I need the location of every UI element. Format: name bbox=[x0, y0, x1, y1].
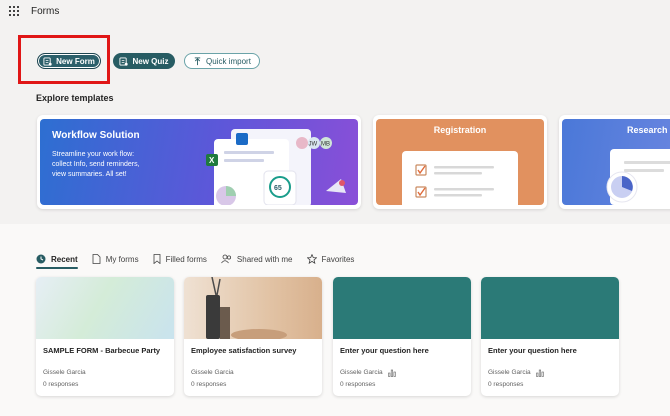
form-title: Enter your question here bbox=[340, 346, 429, 355]
workflow-title: Workflow Solution bbox=[52, 130, 140, 141]
document-icon bbox=[92, 254, 101, 264]
app-launcher-icon[interactable] bbox=[9, 6, 19, 16]
form-card[interactable]: Employee satisfaction survey Gissele Gar… bbox=[184, 277, 322, 396]
form-title: SAMPLE FORM - Barbecue Party bbox=[43, 346, 161, 355]
form-thumbnail bbox=[333, 277, 471, 339]
form-title: Employee satisfaction survey bbox=[191, 346, 297, 355]
upload-icon bbox=[194, 56, 201, 65]
form-owner: Gissele Garcia bbox=[340, 369, 383, 376]
registration-illustration bbox=[402, 151, 518, 205]
people-icon bbox=[221, 254, 231, 264]
tab-filled-forms[interactable]: Filled forms bbox=[153, 252, 207, 266]
svg-text:X: X bbox=[209, 156, 215, 165]
template-research-card[interactable]: Research bbox=[559, 115, 670, 209]
tab-shared-with-me[interactable]: Shared with me bbox=[221, 252, 293, 266]
form-owner: Gissele Garcia bbox=[488, 369, 531, 376]
svg-text:MB: MB bbox=[321, 142, 330, 148]
form-title: Enter your question here bbox=[488, 346, 577, 355]
workflow-banner: Workflow Solution Streamline your work f… bbox=[40, 119, 358, 205]
outlook-icon bbox=[236, 133, 248, 145]
form-card[interactable]: Enter your question here Gissele Garcia … bbox=[481, 277, 619, 396]
form-owner: Gissele Garcia bbox=[191, 369, 234, 376]
star-icon bbox=[306, 254, 317, 264]
research-illustration bbox=[606, 149, 670, 205]
app-header: Forms bbox=[0, 0, 670, 24]
clock-icon bbox=[36, 254, 46, 264]
form-thumbnail bbox=[481, 277, 619, 339]
new-form-label: New Form bbox=[56, 56, 95, 66]
tab-my-forms[interactable]: My forms bbox=[92, 252, 139, 266]
app-title[interactable]: Forms bbox=[31, 6, 59, 17]
workflow-illustration: X 65 JW MB bbox=[206, 129, 346, 205]
template-registration-card[interactable]: Registration bbox=[373, 115, 547, 209]
new-quiz-button[interactable]: New Quiz bbox=[113, 53, 175, 69]
quiz-icon bbox=[119, 56, 129, 66]
workflow-description: Streamline your work flow: collect Info,… bbox=[52, 151, 140, 178]
registration-banner: Registration bbox=[376, 119, 544, 205]
quick-import-label: Quick import bbox=[206, 56, 251, 66]
new-form-button[interactable]: New Form bbox=[37, 53, 101, 69]
form-owner: Gissele Garcia bbox=[43, 369, 86, 376]
tab-my-forms-label: My forms bbox=[105, 254, 139, 264]
form-thumbnail bbox=[36, 277, 174, 339]
tab-filled-forms-label: Filled forms bbox=[165, 254, 207, 264]
template-workflow-card[interactable]: Workflow Solution Streamline your work f… bbox=[37, 115, 361, 209]
tab-favorites[interactable]: Favorites bbox=[306, 252, 355, 266]
form-responses: 0 responses bbox=[43, 381, 79, 388]
tab-recent[interactable]: Recent bbox=[36, 252, 78, 269]
form-card[interactable]: Enter your question here Gissele Garcia … bbox=[333, 277, 471, 396]
chart-icon bbox=[536, 369, 544, 377]
tab-recent-label: Recent bbox=[51, 254, 78, 264]
svg-text:JW: JW bbox=[309, 142, 318, 148]
svg-text:65: 65 bbox=[274, 185, 282, 192]
form-responses: 0 responses bbox=[191, 381, 227, 388]
form-thumbnail bbox=[184, 277, 322, 341]
tab-favorites-label: Favorites bbox=[321, 254, 355, 264]
bookmark-icon bbox=[153, 254, 160, 264]
photo-illustration bbox=[206, 277, 287, 341]
form-responses: 0 responses bbox=[488, 381, 524, 388]
form-icon bbox=[43, 56, 52, 66]
chart-icon bbox=[388, 369, 396, 377]
forms-tabs: Recent My forms Filled forms Shared with… bbox=[36, 252, 355, 269]
templates-heading: Explore templates bbox=[36, 93, 114, 103]
form-card[interactable]: SAMPLE FORM - Barbecue Party Gissele Gar… bbox=[36, 277, 174, 396]
research-banner: Research bbox=[562, 119, 670, 205]
form-responses: 0 responses bbox=[340, 381, 376, 388]
new-quiz-label: New Quiz bbox=[132, 56, 169, 66]
quick-import-button[interactable]: Quick import bbox=[184, 53, 260, 69]
tab-shared-label: Shared with me bbox=[236, 254, 293, 264]
